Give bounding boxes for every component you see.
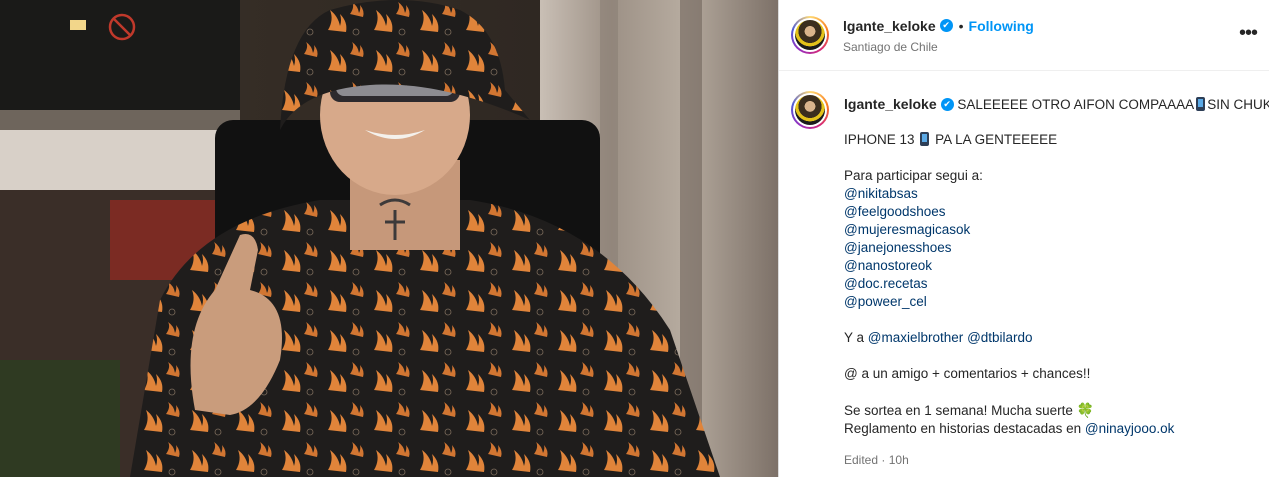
caption-line2-b: PA LA GENTEEEEE bbox=[935, 132, 1058, 147]
also-line: Y a @maxielbrother @dtbilardo bbox=[844, 329, 1264, 347]
edited-label: Edited bbox=[844, 453, 879, 467]
mention-link[interactable]: @maxielbrother bbox=[868, 330, 964, 345]
four-leaf-clover-icon: 🍀 bbox=[1076, 402, 1095, 418]
meta-dot: · bbox=[881, 453, 886, 467]
mention-link[interactable]: @nanostoreok bbox=[844, 258, 932, 273]
follow-intro: Para participar segui a: bbox=[844, 168, 983, 183]
caption-line2-a: IPHONE 13 bbox=[844, 132, 915, 147]
caption-text: lgante_keloke ✔ SALEEEEE OTRO AIFON COMPA… bbox=[844, 95, 1269, 438]
verified-badge-icon: ✔ bbox=[939, 19, 953, 33]
caption-meta: Edited · 10h bbox=[844, 453, 909, 467]
raffle-line: Se sortea en 1 semana! Mucha suerte 🍀 bbox=[844, 401, 1264, 420]
mention-link[interactable]: @nikitabsas bbox=[844, 186, 918, 201]
rules-line: Reglamento en historias destacadas en @n… bbox=[844, 420, 1264, 438]
post-side-panel: lgante_keloke ✔ • Following Santiago de Chi… bbox=[779, 0, 1269, 477]
tag-line: @ a un amigo + comentarios + chances!! bbox=[844, 366, 1091, 381]
author-avatar[interactable] bbox=[791, 16, 829, 54]
post-image bbox=[0, 0, 778, 477]
post-location[interactable]: Santiago de Chile bbox=[843, 40, 938, 54]
caption-author-avatar[interactable] bbox=[791, 91, 829, 129]
following-button[interactable]: Following bbox=[969, 18, 1034, 34]
caption-author-username[interactable]: lgante_keloke bbox=[844, 96, 937, 112]
caption-line1-text: SALEEEEE OTRO AIFON COMPAAAA bbox=[957, 97, 1195, 112]
post-photo[interactable] bbox=[0, 0, 778, 477]
separator-dot: • bbox=[958, 18, 964, 34]
author-username[interactable]: lgante_keloke bbox=[843, 18, 936, 34]
mention-link[interactable]: @mujeresmagicasok bbox=[844, 222, 970, 237]
mobile-phone-emoji-icon bbox=[920, 132, 930, 146]
mention-link[interactable]: @poweer_cel bbox=[844, 294, 927, 309]
mention-link[interactable]: @feelgoodshoes bbox=[844, 204, 946, 219]
raffle-text: Se sortea en 1 semana! Mucha suerte bbox=[844, 403, 1073, 418]
post-age[interactable]: 10h bbox=[889, 453, 909, 467]
mention-link[interactable]: @dtbilardo bbox=[967, 330, 1033, 345]
mobile-phone-emoji-icon bbox=[1196, 97, 1206, 111]
caption-line2: IPHONE 13 PA LA GENTEEEEE bbox=[844, 131, 1264, 149]
mention-link[interactable]: @doc.recetas bbox=[844, 276, 928, 291]
mention-link[interactable]: @janejonesshoes bbox=[844, 240, 952, 255]
author-line: lgante_keloke ✔ • Following bbox=[843, 18, 1034, 36]
caption-first-line: lgante_keloke ✔ SALEEEEE OTRO AIFON COMPA… bbox=[844, 95, 1269, 113]
also-prefix: Y a bbox=[844, 330, 865, 345]
rules-text: Reglamento en historias destacadas en bbox=[844, 421, 1082, 436]
post-header: lgante_keloke ✔ • Following Santiago de Chi… bbox=[779, 0, 1269, 71]
verified-badge-icon: ✔ bbox=[940, 97, 954, 111]
more-options-icon[interactable]: ••• bbox=[1239, 22, 1258, 45]
mention-link[interactable]: @ninayjooo.ok bbox=[1085, 421, 1175, 436]
caption-line1-end: SIN CHUKU bbox=[1207, 97, 1269, 112]
